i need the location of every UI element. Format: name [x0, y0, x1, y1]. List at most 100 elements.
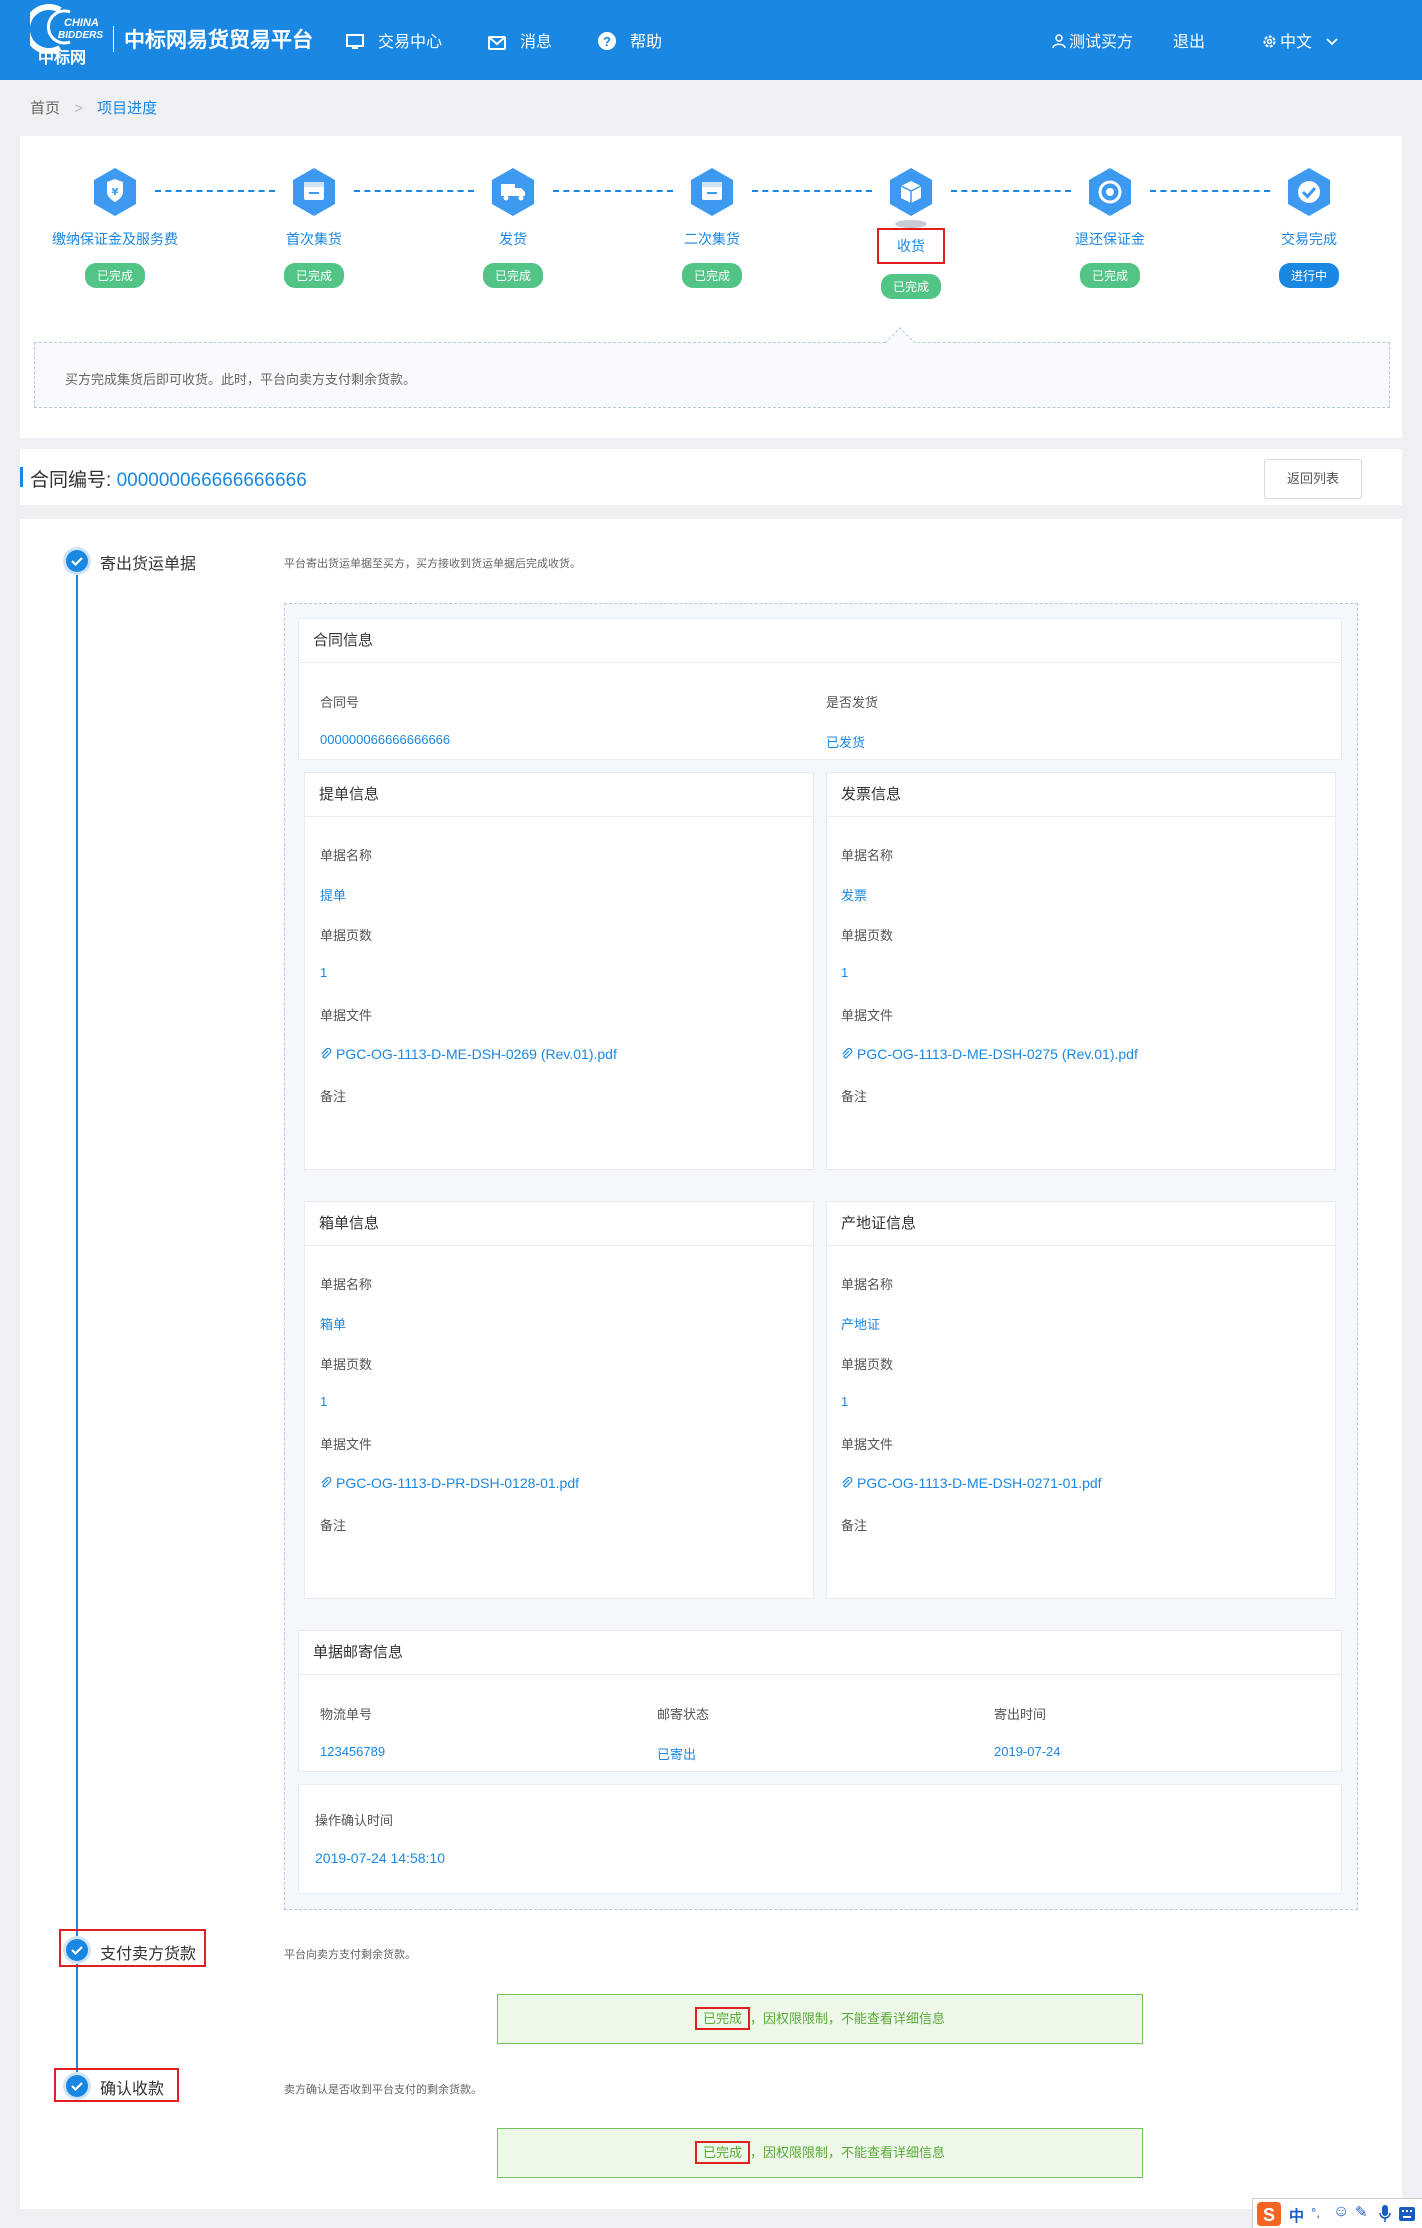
sogou-icon[interactable]: S — [1257, 2202, 1281, 2226]
ime-toolbar[interactable]: S 中 °, ☺ ✎ — [1252, 2198, 1422, 2228]
result-message: ，因权限限制，不能查看详细信息 — [750, 2145, 946, 2160]
result-notice: 已完成 ，因权限限制，不能查看详细信息 — [497, 1994, 1143, 2044]
field-label: 单据文件 — [841, 1008, 894, 1023]
field-label: 单据文件 — [320, 1008, 373, 1023]
emoji-icon[interactable]: ☺ — [1333, 2203, 1349, 2221]
field-label: 单据文件 — [841, 1437, 894, 1452]
field-label: 寄出时间 — [994, 1707, 1047, 1722]
doc-pages-value: 1 — [320, 1394, 328, 1409]
doc-file-name: PGC-OG-1113-D-ME-DSH-0271-01.pdf — [857, 1475, 1102, 1491]
field-label: 单据页数 — [841, 1357, 894, 1372]
contract-bar: 合同编号: 000000066666666666 返回列表 — [20, 449, 1402, 505]
gear-icon — [1263, 35, 1276, 48]
language-select[interactable]: 中文 — [1262, 28, 1339, 52]
doc-file-link[interactable]: PGC-OG-1113-D-ME-DSH-0275 (Rev.01).pdf — [841, 1046, 1138, 1062]
microphone-icon[interactable] — [1379, 2205, 1391, 2223]
back-to-list-button[interactable]: 返回列表 — [1264, 459, 1362, 499]
contract-number: 000000066666666666 — [116, 470, 307, 491]
field-label: 单据页数 — [841, 928, 894, 943]
step-label: 发货 — [499, 231, 527, 247]
paperclip-icon — [842, 1047, 853, 1059]
status-badge: 已完成 — [681, 263, 742, 288]
contract-info-card: 合同信息 — [298, 618, 1342, 760]
step-label: 首次集货 — [286, 231, 342, 247]
step-first-collect[interactable]: 首次集货 已完成 — [214, 166, 414, 288]
field-label: 备注 — [841, 1089, 868, 1104]
help-icon: ? — [598, 32, 616, 50]
step-tip-box: 买方完成集货后即可收货。此时，平台向卖方支付剩余货款。 — [34, 342, 1390, 408]
step-receive[interactable]: 收货 已完成 — [811, 166, 1011, 299]
user-name: 测试买方 — [1069, 34, 1134, 51]
timeline-line — [76, 560, 78, 2090]
doc-file-link[interactable]: PGC-OG-1113-D-ME-DSH-0269 (Rev.01).pdf — [320, 1046, 617, 1062]
doc-name-value: 发票 — [841, 888, 868, 903]
user-menu[interactable]: 测试买方 — [1052, 28, 1133, 52]
svg-text:?: ? — [603, 34, 611, 49]
result-done: 已完成 — [694, 2007, 750, 2030]
truck-icon — [492, 168, 534, 216]
step-label: 二次集货 — [684, 231, 740, 247]
invoice-card: 发票信息 — [826, 772, 1336, 1170]
field-label: 单据名称 — [320, 848, 373, 863]
field-label: 单据名称 — [320, 1277, 373, 1292]
doc-file-name: PGC-OG-1113-D-PR-DSH-0128-01.pdf — [336, 1475, 580, 1491]
paperclip-icon — [321, 1047, 332, 1059]
language-label: 中文 — [1280, 34, 1313, 51]
contract-title: 合同编号: 000000066666666666 — [30, 465, 307, 492]
monitor-icon — [346, 34, 364, 49]
field-label: 操作确认时间 — [315, 1813, 394, 1828]
section-title-confirm-receipt: 确认收款 — [100, 2081, 165, 2098]
step-ship[interactable]: 发货 已完成 — [413, 166, 613, 288]
doc-name-value: 提单 — [320, 888, 347, 903]
keyboard-icon[interactable] — [1399, 2207, 1415, 2221]
step-complete[interactable]: 交易完成 进行中 — [1209, 166, 1409, 288]
doc-name-value: 产地证 — [841, 1317, 881, 1332]
doc-file-link[interactable]: PGC-OG-1113-D-PR-DSH-0128-01.pdf — [320, 1475, 579, 1491]
svg-text:BIDDERS: BIDDERS — [58, 30, 103, 41]
certificate-of-origin-card: 产地证信息 — [826, 1201, 1336, 1599]
paperclip-icon — [842, 1476, 853, 1488]
tracking-value: 123456789 — [320, 1744, 386, 1759]
pen-icon[interactable]: ✎ — [1355, 2203, 1368, 2221]
step-refund-deposit[interactable]: 退还保证金 已完成 — [1010, 166, 1210, 288]
field-label: 物流单号 — [320, 1707, 373, 1722]
field-label: 备注 — [320, 1089, 347, 1104]
field-label: 备注 — [320, 1518, 347, 1533]
chevron-down-icon — [1326, 38, 1339, 46]
breadcrumb-home[interactable]: 首页 — [30, 100, 60, 117]
op-confirm-time: 2019-07-24 14:58:10 — [315, 1850, 445, 1866]
check-icon — [71, 1946, 83, 1956]
field-label: 单据名称 — [841, 848, 894, 863]
mail-info-card: 单据邮寄信息 — [298, 1630, 1342, 1772]
doc-file-link[interactable]: PGC-OG-1113-D-ME-DSH-0271-01.pdf — [841, 1475, 1102, 1491]
ime-punct[interactable]: °, — [1311, 2205, 1320, 2220]
section-desc: 平台寄出货运单据至买方，买方接收到货运单据后完成收货。 — [284, 558, 581, 570]
nav-trade-center-label: 交易中心 — [378, 34, 443, 51]
section-title-send-docs: 寄出货运单据 — [100, 556, 197, 573]
brand-title[interactable]: 中标网易货贸易平台 — [124, 24, 313, 54]
card-title: 箱单信息 — [305, 1202, 813, 1246]
user-icon — [1052, 34, 1066, 49]
doc-file-name: PGC-OG-1113-D-ME-DSH-0269 (Rev.01).pdf — [336, 1046, 617, 1062]
contract-label: 合同编号: — [30, 470, 112, 491]
doc-file-name: PGC-OG-1113-D-ME-DSH-0275 (Rev.01).pdf — [857, 1046, 1138, 1062]
mail-status-value: 已寄出 — [657, 1747, 697, 1762]
timeline-node — [66, 550, 88, 572]
header-divider — [113, 26, 114, 52]
status-badge: 已完成 — [1079, 263, 1140, 288]
step-deposit[interactable]: ¥ 缴纳保证金及服务费 已完成 — [15, 166, 215, 288]
logo-cn-text: 中标网 — [38, 50, 87, 67]
contract-no-value: 000000066666666666 — [320, 732, 451, 747]
shield-money-icon: ¥ — [94, 168, 136, 216]
step-second-collect[interactable]: 二次集货 已完成 — [612, 166, 812, 288]
nav-trade-center[interactable]: 交易中心 — [346, 28, 442, 52]
nav-help[interactable]: ? 帮助 — [598, 28, 662, 52]
logout-link[interactable]: 退出 — [1173, 28, 1205, 52]
bill-of-lading-card: 提单信息 — [304, 772, 814, 1170]
card-title: 合同信息 — [299, 619, 1341, 663]
nav-messages[interactable]: 消息 — [488, 28, 552, 52]
check-icon — [71, 557, 83, 567]
ime-mode[interactable]: 中 — [1289, 2205, 1304, 2226]
step-tip-text: 买方完成集货后即可收货。此时，平台向卖方支付剩余货款。 — [65, 372, 417, 387]
field-label: 合同号 — [320, 695, 360, 710]
